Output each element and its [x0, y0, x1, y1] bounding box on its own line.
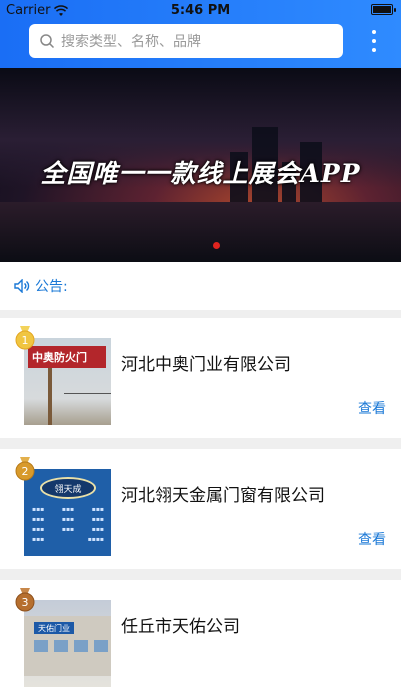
view-button[interactable]: 查看	[358, 398, 386, 418]
banner-title: 全国唯一一款线上展会APP	[40, 159, 361, 188]
speaker-icon	[14, 279, 30, 293]
status-bar: Carrier 5:46 PM	[0, 0, 401, 20]
notice-label: 公告:	[35, 279, 68, 295]
rank-number: 1	[22, 334, 29, 347]
company-name[interactable]: 任丘市天佑公司	[121, 612, 240, 637]
rank-medal-icon: 1	[15, 326, 35, 350]
thumb-sign-text: 天佑门业	[34, 622, 74, 634]
company-card[interactable]: 天佑门业 3 任丘市天佑公司 查看	[0, 580, 401, 700]
top-header: Carrier 5:46 PM 搜索类型、名称、品牌	[0, 0, 401, 68]
rank-number: 3	[22, 596, 29, 609]
notice-bar[interactable]: 公告:	[0, 262, 401, 310]
promo-banner[interactable]: 全国唯一一款线上展会APP	[0, 68, 401, 262]
search-placeholder: 搜索类型、名称、品牌	[61, 34, 201, 50]
status-time: 5:46 PM	[170, 3, 231, 18]
company-thumbnail[interactable]: 天佑门业	[24, 600, 111, 687]
rank-number: 2	[22, 465, 29, 478]
rank-medal-icon: 3	[15, 588, 35, 612]
thumb-sign-text: 中奥防火门	[28, 346, 106, 368]
search-icon	[40, 34, 55, 49]
company-card[interactable]: 翎天成 ▪▪▪ ▪▪▪ ▪▪▪ ▪▪▪ ▪▪▪ ▪▪▪ ▪▪▪ ▪▪▪ ▪▪▪ ▪▪▪ ▪▪▪…	[0, 449, 401, 569]
company-name[interactable]: 河北中奥门业有限公司	[121, 350, 291, 375]
company-thumbnail[interactable]: 中奥防火门	[24, 338, 111, 425]
battery-icon	[371, 4, 396, 15]
company-card[interactable]: 中奥防火门 1 河北中奥门业有限公司 查看	[0, 318, 401, 438]
banner-page-indicator[interactable]	[213, 242, 220, 249]
company-thumbnail[interactable]: 翎天成 ▪▪▪ ▪▪▪ ▪▪▪ ▪▪▪ ▪▪▪ ▪▪▪ ▪▪▪ ▪▪▪ ▪▪▪ ▪▪▪ ▪▪▪…	[24, 469, 111, 556]
view-button[interactable]: 查看	[358, 529, 386, 549]
search-input[interactable]: 搜索类型、名称、品牌	[29, 24, 343, 58]
company-name[interactable]: 河北翎天金属门窗有限公司	[121, 481, 325, 506]
more-menu-icon[interactable]	[371, 30, 377, 52]
rank-medal-icon: 2	[15, 457, 35, 481]
thumb-sign-text: 翎天成	[40, 477, 96, 499]
